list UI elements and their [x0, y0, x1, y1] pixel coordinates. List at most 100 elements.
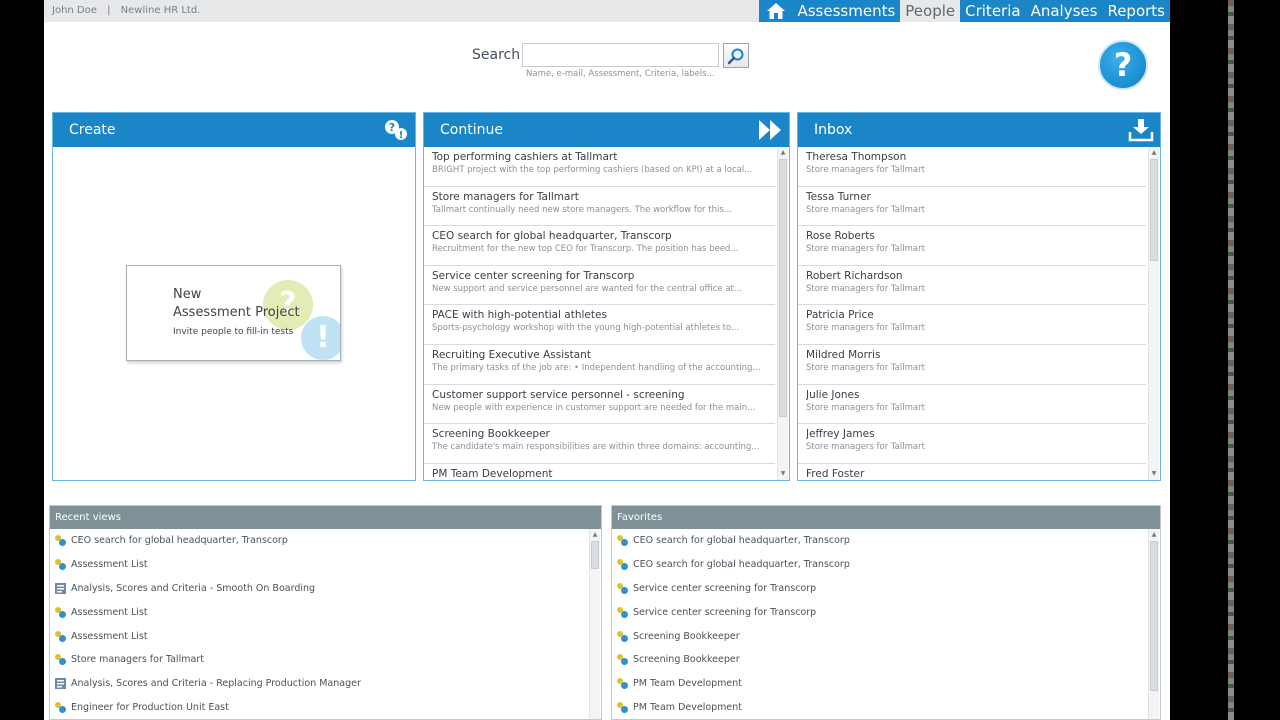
- favorite-item[interactable]: Service center screening for Transcorp: [612, 577, 1160, 601]
- magnifier-icon: [727, 48, 744, 64]
- top-bar: John Doe | Newline HR Ltd. Assessments P…: [44, 0, 1170, 22]
- inbox-item[interactable]: Mildred Morris Store managers for Tallma…: [798, 345, 1146, 385]
- recent-view-item[interactable]: CEO search for global headquarter, Trans…: [50, 529, 601, 553]
- new-assessment-project-card[interactable]: ? ! New Assessment Project Invite people…: [126, 265, 341, 361]
- app-window: John Doe | Newline HR Ltd. Assessments P…: [44, 0, 1170, 720]
- continue-item[interactable]: Top performing cashiers at Tallmart BRIG…: [424, 147, 775, 187]
- continue-header: Continue: [424, 113, 789, 147]
- help-icon: ?: [1113, 46, 1133, 84]
- inbox-item[interactable]: Theresa Thompson Store managers for Tall…: [798, 147, 1146, 187]
- continue-item-title: CEO search for global headquarter, Trans…: [432, 230, 672, 243]
- inbox-item[interactable]: Patricia Price Store managers for Tallma…: [798, 305, 1146, 345]
- inbox-item[interactable]: Jeffrey James Store managers for Tallmar…: [798, 424, 1146, 464]
- scroll-up-arrow-icon[interactable]: ▲: [590, 530, 600, 540]
- favorite-item[interactable]: CEO search for global headquarter, Trans…: [612, 553, 1160, 577]
- tab-reports[interactable]: Reports: [1102, 0, 1170, 22]
- continue-item[interactable]: PACE with high-potential athletes Sports…: [424, 305, 775, 345]
- search-hint: Name, e-mail, Assessment, Criteria, labe…: [526, 69, 715, 79]
- company-name[interactable]: Newline HR Ltd.: [121, 5, 201, 16]
- search-button[interactable]: [723, 43, 749, 68]
- inbox-item[interactable]: Julie Jones Store managers for Tallmart: [798, 385, 1146, 425]
- inbox-item-project: Store managers for Tallmart: [806, 323, 925, 334]
- favorite-item[interactable]: Screening Bookkeeper: [612, 648, 1160, 672]
- inbox-item-name: Jeffrey James: [806, 428, 875, 441]
- fast-forward-icon[interactable]: [757, 118, 783, 142]
- recent-views-scrollbar[interactable]: ▲: [589, 529, 600, 719]
- people-icon: [617, 630, 628, 642]
- scroll-thumb[interactable]: [1150, 541, 1158, 691]
- continue-item[interactable]: Store managers for Tallmart Tallmart con…: [424, 187, 775, 227]
- continue-item-title: Customer support service personnel - scr…: [432, 388, 685, 401]
- continue-item[interactable]: PM Team Development: [424, 464, 775, 480]
- inbox-item-project: Store managers for Tallmart: [806, 244, 925, 255]
- recent-view-item[interactable]: Analysis, Scores and Criteria - Smooth O…: [50, 577, 601, 601]
- outside-window-area: [1170, 0, 1280, 720]
- recent-view-item[interactable]: Assessment List: [50, 553, 601, 577]
- home-button[interactable]: [759, 0, 793, 22]
- recent-view-label: Analysis, Scores and Criteria - Smooth O…: [71, 582, 316, 594]
- tab-assessments[interactable]: Assessments: [792, 0, 901, 22]
- question-exclamation-icon[interactable]: ? !: [383, 118, 409, 142]
- scroll-down-arrow-icon[interactable]: ▼: [1149, 469, 1159, 479]
- people-icon: [55, 559, 66, 571]
- favorite-item[interactable]: CEO search for global headquarter, Trans…: [612, 529, 1160, 553]
- favorite-label: Service center screening for Transcorp: [633, 606, 817, 618]
- continue-item-desc: New people with experience in customer s…: [432, 402, 756, 413]
- help-button[interactable]: ?: [1098, 40, 1148, 90]
- scroll-up-arrow-icon[interactable]: ▲: [778, 148, 788, 158]
- card-subtitle: Invite people to fill-in tests: [173, 327, 294, 337]
- people-icon: [55, 630, 66, 642]
- recent-view-item[interactable]: Store managers for Tallmart: [50, 648, 601, 672]
- people-icon: [617, 678, 628, 690]
- favorite-item[interactable]: PM Team Development: [612, 672, 1160, 696]
- favorite-item[interactable]: PM Team Development: [612, 696, 1160, 720]
- user-name[interactable]: John Doe: [52, 5, 97, 16]
- recent-view-label: Analysis, Scores and Criteria - Replacin…: [71, 678, 361, 690]
- favorites-scrollbar[interactable]: ▲: [1148, 529, 1159, 719]
- tab-criteria[interactable]: Criteria: [960, 0, 1026, 22]
- tab-analyses[interactable]: Analyses: [1025, 0, 1103, 22]
- search-input[interactable]: [522, 43, 719, 67]
- recent-view-item[interactable]: Analysis, Scores and Criteria - Replacin…: [50, 672, 601, 696]
- recent-view-item[interactable]: Assessment List: [50, 624, 601, 648]
- continue-item[interactable]: Service center screening for Transcorp N…: [424, 266, 775, 306]
- favorite-item[interactable]: Service center screening for Transcorp: [612, 600, 1160, 624]
- recent-view-item[interactable]: Assessment List: [50, 600, 601, 624]
- download-icon[interactable]: [1128, 118, 1154, 142]
- favorite-label: Service center screening for Transcorp: [633, 582, 817, 594]
- favorites-panel: Favorites CEO search for global headquar…: [611, 505, 1161, 720]
- continue-item-title: Recruiting Executive Assistant: [432, 348, 591, 361]
- scroll-thumb[interactable]: [1150, 159, 1158, 261]
- inbox-item[interactable]: Fred Foster: [798, 464, 1146, 480]
- continue-item-desc: Tallmart continually need new store mana…: [432, 204, 732, 215]
- inbox-item-name: Patricia Price: [806, 309, 874, 322]
- inbox-header: Inbox: [798, 113, 1160, 147]
- inbox-item[interactable]: Tessa Turner Store managers for Tallmart: [798, 187, 1146, 227]
- favorites-list: CEO search for global headquarter, Trans…: [612, 529, 1160, 719]
- continue-item[interactable]: Recruiting Executive Assistant The prima…: [424, 345, 775, 385]
- people-icon: [617, 535, 628, 547]
- inbox-item-name: Fred Foster: [806, 467, 865, 480]
- continue-item[interactable]: CEO search for global headquarter, Trans…: [424, 226, 775, 266]
- people-icon: [617, 654, 628, 666]
- inbox-item[interactable]: Robert Richardson Store managers for Tal…: [798, 266, 1146, 306]
- scroll-up-arrow-icon[interactable]: ▲: [1149, 530, 1159, 540]
- people-icon: [55, 606, 66, 618]
- create-header: Create ? !: [53, 113, 415, 147]
- inbox-item-project: Store managers for Tallmart: [806, 442, 925, 453]
- continue-item[interactable]: Customer support service personnel - scr…: [424, 385, 775, 425]
- favorite-label: CEO search for global headquarter, Trans…: [633, 559, 850, 571]
- continue-item[interactable]: Screening Bookkeeper The candidate's mai…: [424, 424, 775, 464]
- continue-scrollbar[interactable]: ▲ ▼: [777, 147, 788, 480]
- tab-people[interactable]: People: [900, 0, 961, 22]
- report-icon: [55, 678, 66, 690]
- scroll-up-arrow-icon[interactable]: ▲: [1149, 148, 1159, 158]
- inbox-scrollbar[interactable]: ▲ ▼: [1148, 147, 1159, 480]
- scroll-thumb[interactable]: [779, 159, 787, 417]
- favorite-item[interactable]: Screening Bookkeeper: [612, 624, 1160, 648]
- inbox-item[interactable]: Rose Roberts Store managers for Tallmart: [798, 226, 1146, 266]
- scroll-thumb[interactable]: [591, 541, 599, 569]
- scroll-down-arrow-icon[interactable]: ▼: [778, 469, 788, 479]
- create-body: ? ! New Assessment Project Invite people…: [53, 147, 415, 480]
- recent-view-item[interactable]: Engineer for Production Unit East: [50, 696, 601, 720]
